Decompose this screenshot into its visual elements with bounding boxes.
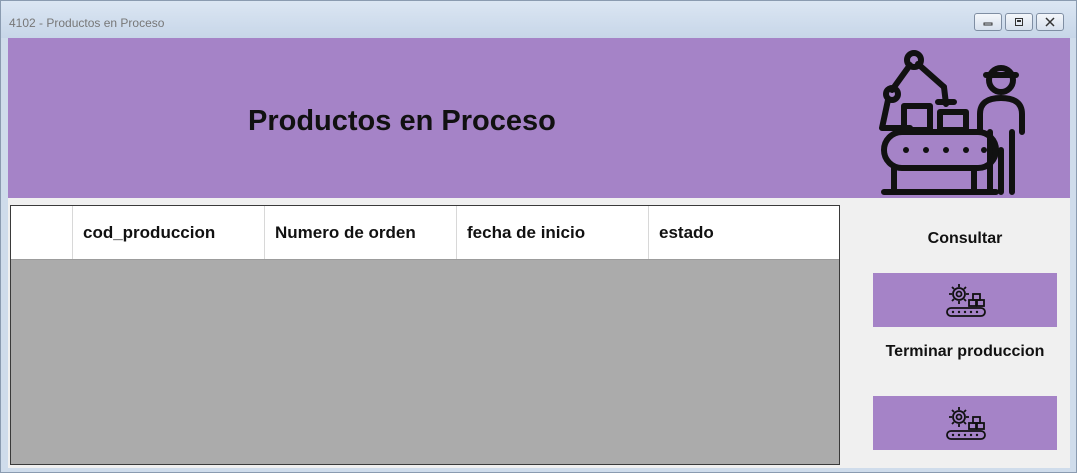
- minimize-icon: [983, 22, 993, 26]
- form-client-area: Productos en Proceso cod_produccion Nume…: [8, 38, 1070, 468]
- terminar-produccion-label: Terminar produccion: [885, 343, 1045, 360]
- column-header-cod-produccion[interactable]: cod_produccion: [73, 206, 265, 259]
- window-title: 4102 - Productos en Proceso: [9, 16, 165, 30]
- products-data-grid[interactable]: cod_produccion Numero de orden fecha de …: [10, 205, 840, 465]
- column-header-numero-de-orden[interactable]: Numero de orden: [265, 206, 457, 259]
- page-title: Productos en Proceso: [248, 105, 556, 137]
- app-window: 4102 - Productos en Proceso Productos en…: [0, 0, 1077, 473]
- close-icon: [1045, 17, 1055, 27]
- column-header-estado[interactable]: estado: [649, 206, 839, 259]
- gear-conveyor-icon: [946, 407, 986, 440]
- assembly-line-worker-robot-icon: [879, 50, 1025, 195]
- column-header-fecha-de-inicio[interactable]: fecha de inicio: [457, 206, 649, 259]
- minimize-button[interactable]: [974, 13, 1002, 31]
- window-controls: [974, 13, 1064, 31]
- header-banner: Productos en Proceso: [8, 38, 1070, 198]
- close-button[interactable]: [1036, 13, 1064, 31]
- restore-icon: [1015, 18, 1023, 26]
- restore-button[interactable]: [1005, 13, 1033, 31]
- row-header-corner[interactable]: [11, 206, 73, 259]
- title-bar[interactable]: 4102 - Productos en Proceso: [1, 1, 1076, 38]
- grid-header-row: cod_produccion Numero de orden fecha de …: [11, 206, 839, 260]
- consultar-button[interactable]: [873, 273, 1057, 327]
- consultar-label: Consultar: [927, 230, 1003, 247]
- terminar-produccion-button[interactable]: [873, 396, 1057, 450]
- gear-conveyor-icon: [946, 284, 986, 317]
